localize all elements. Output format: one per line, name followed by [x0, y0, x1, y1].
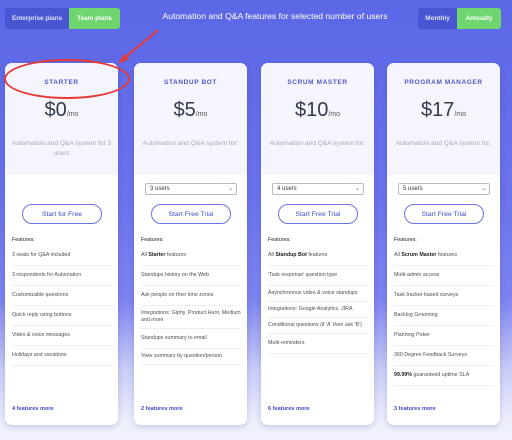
user-count-select[interactable]: 3 users ⌄ — [145, 183, 237, 195]
features-list: All Starter features Standups history on … — [141, 246, 241, 365]
annotation-arrow-icon — [118, 29, 159, 64]
features-list: All Scrum Master features Multi-admin acc… — [394, 246, 494, 386]
feature-item: 'Task response' question type — [268, 266, 368, 286]
features-list: 3 seats for Q&A included 3 respondents fo… — [12, 246, 112, 366]
user-count-value: 3 users — [150, 186, 170, 192]
feature-item: Ask people on their time zones — [141, 286, 241, 306]
feature-item: Multi-reminders — [268, 334, 368, 354]
feature-item: Planning Poker — [394, 326, 494, 346]
chevron-down-icon: ⌄ — [480, 186, 486, 192]
feature-suffix: features — [165, 252, 187, 258]
monthly-tab[interactable]: Monthly — [418, 8, 457, 29]
feature-item: Integrations: Google Analytics, JIRA — [268, 302, 368, 318]
chevron-down-icon: ⌄ — [227, 186, 233, 192]
feature-item: 360 Degree Feedback Surveys — [394, 346, 494, 366]
price-row: $5/mo — [134, 99, 247, 122]
feature-item: Multi-admin access — [394, 266, 494, 286]
feature-item: 3 seats for Q&A included — [12, 246, 112, 266]
annually-tab[interactable]: Annually — [457, 8, 501, 29]
top-bar: Enterprise plans Team plans Automation a… — [0, 0, 512, 40]
feature-bold: Starter — [148, 252, 166, 258]
feature-item: Customizable questions — [12, 286, 112, 306]
feature-item: Standups summary to email — [141, 329, 241, 349]
feature-bold: 99.99% — [394, 372, 412, 378]
feature-suffix: guaranteed uptime SLA — [411, 372, 470, 378]
feature-item: Holidays and vacations — [12, 346, 112, 366]
feature-item: View summary by question/person — [141, 349, 241, 365]
features-label: Features: — [141, 237, 164, 243]
feature-bold: Standup Bot — [275, 252, 307, 258]
feature-item: Video & voice messages — [12, 326, 112, 346]
price-row: $17/mo — [387, 99, 500, 122]
plan-price: $10 — [294, 99, 329, 121]
feature-suffix: features — [436, 252, 458, 258]
features-label: Features: — [268, 237, 291, 243]
start-button[interactable]: Start Free Trial — [278, 204, 358, 224]
feature-item: All Standup Bot features — [268, 246, 368, 266]
more-features-link[interactable]: 6 features more — [268, 406, 310, 412]
price-period: /mo — [454, 111, 467, 118]
feature-item: Integrations: Giphy, Product Hunt, Mediu… — [141, 306, 241, 329]
more-features-link[interactable]: 2 features more — [141, 406, 183, 412]
start-button[interactable]: Start for Free — [22, 204, 102, 224]
user-count-value: 5 users — [403, 186, 423, 192]
plan-description: Automation and Q&A system for: — [395, 140, 492, 147]
billing-period-toggle: Monthly Annually — [418, 8, 501, 29]
feature-item: All Scrum Master features — [394, 246, 494, 266]
plan-title: STANDUP BOT — [164, 79, 217, 86]
user-count-value: 4 users — [277, 186, 297, 192]
more-features-link[interactable]: 4 features more — [12, 406, 54, 412]
price-period: /mo — [328, 111, 341, 118]
price-period: /mo — [195, 111, 208, 118]
feature-item: Quick reply using buttons — [12, 306, 112, 326]
feature-item: 99.99% guaranteed uptime SLA — [394, 366, 494, 386]
start-button[interactable]: Start Free Trial — [404, 204, 484, 224]
plan-price: $5 — [173, 99, 196, 121]
plan-type-toggle: Enterprise plans Team plans — [5, 8, 120, 29]
plan-title: PROGRAM MANAGER — [404, 79, 483, 86]
features-label: Features: — [394, 237, 417, 243]
plan-price: $17 — [420, 99, 455, 121]
price-row: $10/mo — [261, 99, 374, 122]
enterprise-plans-tab[interactable]: Enterprise plans — [5, 8, 69, 29]
plan-description: Automation and Q&A system for: — [142, 140, 239, 147]
plan-card-standup-bot: STANDUP BOT $5/mo Automation and Q&A syste… — [134, 63, 247, 425]
chevron-down-icon: ⌄ — [354, 186, 360, 192]
plan-description: Automation and Q&A system for 3 users — [11, 140, 112, 157]
feature-item: Standups history on the Web — [141, 266, 241, 286]
plan-card-starter: STARTER $0/mo Automation and Q&A system fo… — [5, 63, 118, 425]
feature-suffix: features — [306, 252, 328, 258]
features-list: All Standup Bot features 'Task response' … — [268, 246, 368, 354]
feature-bold: Scrum Master — [401, 252, 437, 258]
feature-item: Conditional questions (if 'A' then ask '… — [268, 318, 368, 334]
plan-description: Automation and Q&A system for: — [269, 140, 366, 147]
feature-item: Backlog Grooming — [394, 306, 494, 326]
feature-item: Asynchronous video & voice standups — [268, 286, 368, 302]
plan-card-program-manager: PROGRAM MANAGER $17/mo Automation and Q&A … — [387, 63, 500, 425]
page-headline: Automation and Q&A features for selected… — [162, 11, 388, 21]
user-count-select[interactable]: 4 users ⌄ — [272, 183, 364, 195]
start-button[interactable]: Start Free Trial — [151, 204, 231, 224]
price-period: /mo — [66, 111, 79, 118]
feature-item: All Starter features — [141, 246, 241, 266]
feature-item: 3 respondents for Automation — [12, 266, 112, 286]
price-row: $0/mo — [5, 99, 118, 122]
feature-item: Task tracker based surveys — [394, 286, 494, 306]
user-count-select[interactable]: 5 users ⌄ — [398, 183, 490, 195]
plan-card-scrum-master: SCRUM MASTER $10/mo Automation and Q&A sys… — [261, 63, 374, 425]
team-plans-tab[interactable]: Team plans — [69, 8, 120, 29]
plan-price: $0 — [44, 99, 67, 121]
features-label: Features: — [12, 237, 35, 243]
plan-title: SCRUM MASTER — [287, 79, 348, 86]
more-features-link[interactable]: 3 features more — [394, 406, 436, 412]
